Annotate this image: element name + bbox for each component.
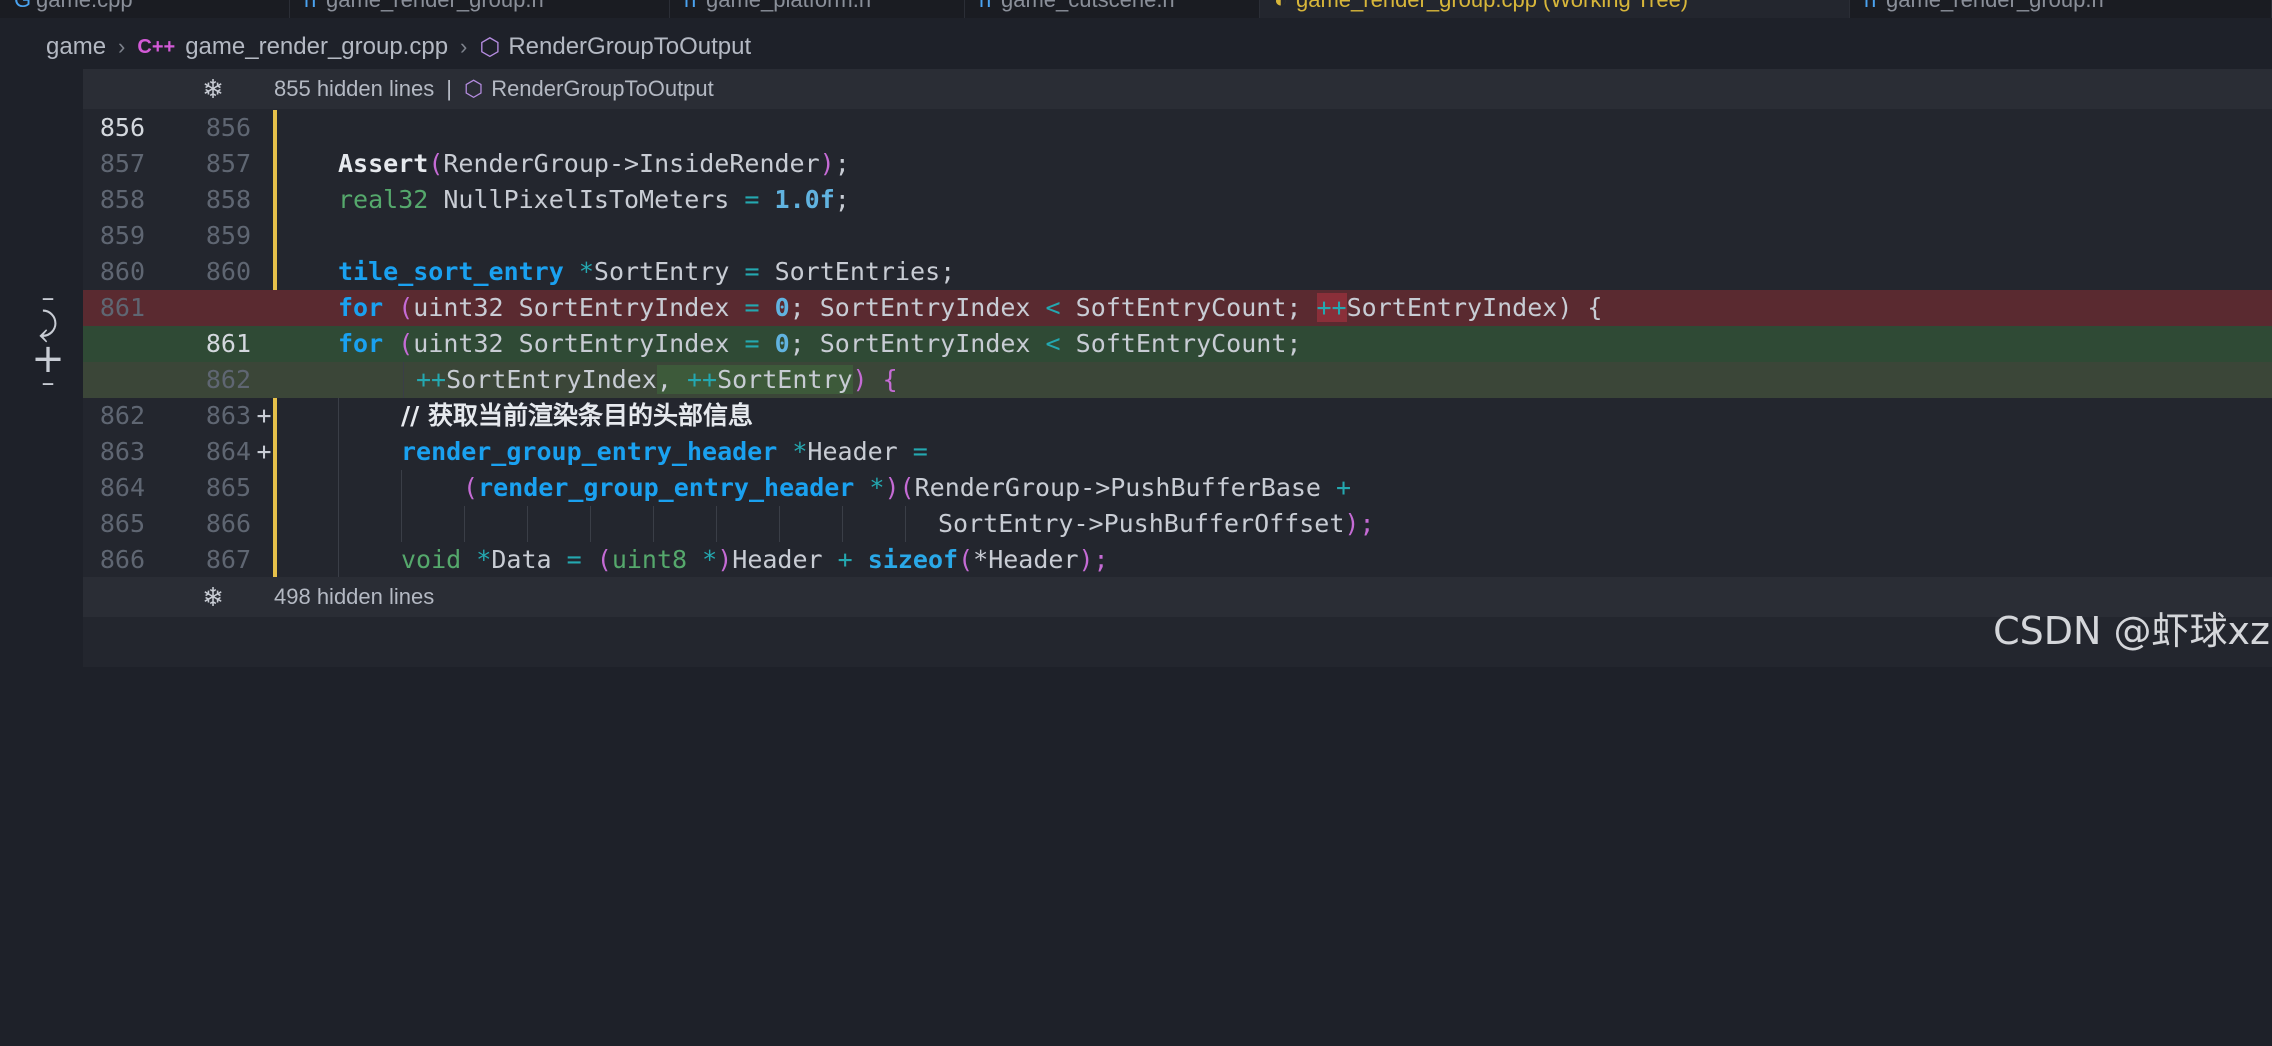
tab-game-render-group-cpp-diff[interactable]: ◐game_render_group.cpp (Working Tree) <box>1260 0 1850 18</box>
new-line-number: 859 <box>205 221 251 250</box>
header-file-icon: h <box>304 0 326 12</box>
modified-bar <box>273 434 277 470</box>
cpp-file-icon: C++ <box>137 35 176 58</box>
modified-bar <box>273 182 277 218</box>
code-text: Assert(RenderGroup->InsideRender); <box>338 149 850 178</box>
code-text: void *Data = (uint8 *)Header + sizeof(*H… <box>401 545 1109 574</box>
code-line: 860 860 tile_sort_entry *SortEntry = Sor… <box>83 254 2272 290</box>
unfold-icon[interactable]: ❄ <box>193 582 233 613</box>
tab-game-platform-h[interactable]: hgame_platform.h <box>670 0 965 18</box>
old-line-number: 864 <box>99 473 145 502</box>
old-line-number: 860 <box>99 257 145 286</box>
code-line: 856 856 <box>83 110 2272 146</box>
code-text: ++SortEntryIndex, ++SortEntry) { <box>416 365 898 394</box>
old-line-number: 861 <box>99 293 145 322</box>
new-line-number: 865 <box>205 473 251 502</box>
modified-bar <box>273 110 277 146</box>
old-line-number: 863 <box>99 437 145 466</box>
header-file-icon: h <box>979 0 1001 12</box>
code-line: 862 863 // 获取当前渲染条目的头部信息 <box>83 398 2272 434</box>
added-line: 862 + ++SortEntryIndex, ++SortEntry) { <box>83 362 2272 466</box>
diff-file-icon: ◐ <box>1274 0 1296 12</box>
tab-game-render-group-h-2[interactable]: hgame_render_group.h <box>1850 0 2272 18</box>
new-line-number: 861 <box>205 329 251 358</box>
new-line-number: 860 <box>205 257 251 286</box>
code-text: (render_group_entry_header *)(RenderGrou… <box>463 473 1352 502</box>
breadcrumb-folder[interactable]: game <box>46 33 106 61</box>
added-line: 861 + for (uint32 SortEntryIndex = 0; So… <box>83 326 2272 430</box>
header-file-icon: h <box>684 0 706 12</box>
code-line: 863 864 render_group_entry_header *Heade… <box>83 434 2272 470</box>
code-text: for (uint32 SortEntryIndex = 0; SortEntr… <box>338 293 1603 322</box>
code-line: 858 858 real32 NullPixelIsToMeters = 1.0… <box>83 182 2272 218</box>
code-text: // 获取当前渲染条目的头部信息 <box>401 401 753 430</box>
breadcrumb-file[interactable]: game_render_group.cpp <box>185 33 448 61</box>
inline-addition: , ++SortEntry <box>656 365 853 394</box>
editor-tab-bar: Ggame.cpp hgame_render_group.h hgame_pla… <box>0 0 2272 18</box>
modified-bar <box>273 218 277 254</box>
watermark: CSDN @虾球xz <box>1993 609 2270 653</box>
inline-deletion: ++ <box>1316 293 1347 322</box>
unfold-icon[interactable]: ❄ <box>193 74 233 105</box>
symbol-method-icon: ⬡ <box>479 33 501 61</box>
code-line: 866 867 void *Data = (uint8 *)Header + s… <box>83 542 2272 578</box>
old-line-number: 857 <box>99 149 145 178</box>
code-line: 865 866 SortEntry->PushBufferOffset); <box>83 506 2272 542</box>
old-line-number: 858 <box>99 185 145 214</box>
hidden-lines-symbol: RenderGroupToOutput <box>491 76 714 101</box>
new-line-number: 857 <box>205 149 251 178</box>
modified-bar <box>273 146 277 182</box>
code-text: for (uint32 SortEntryIndex = 0; SortEntr… <box>338 329 1302 358</box>
modified-bar <box>273 398 277 434</box>
old-line-number: 862 <box>99 401 145 430</box>
hidden-lines-count: 498 hidden lines <box>274 584 435 609</box>
code-text: tile_sort_entry *SortEntry = SortEntries… <box>338 257 956 286</box>
breadcrumb-symbol[interactable]: RenderGroupToOutput <box>508 33 751 61</box>
new-line-number: 856 <box>205 113 251 142</box>
code-line: 859 859 <box>83 218 2272 254</box>
old-line-number: 866 <box>99 545 145 574</box>
hidden-lines-bottom[interactable]: ❄ 498 hidden lines <box>83 577 2272 617</box>
new-line-number: 864 <box>205 437 251 466</box>
header-file-icon: h <box>1864 0 1886 12</box>
old-line-number: 859 <box>99 221 145 250</box>
symbol-method-icon: ⬡ <box>463 76 484 101</box>
chevron-right-icon: › <box>118 34 126 59</box>
new-line-number: 862 <box>205 365 251 394</box>
modified-bar <box>273 506 277 542</box>
tab-game-cpp[interactable]: Ggame.cpp <box>0 0 290 18</box>
hidden-lines-top[interactable]: ❄ 855 hidden lines | ⬡ RenderGroupToOutput <box>83 69 2272 109</box>
modified-bar <box>273 542 277 578</box>
code-text: SortEntry->PushBufferOffset); <box>938 509 1375 538</box>
old-line-number: 856 <box>99 113 145 142</box>
tab-game-render-group-h[interactable]: hgame_render_group.h <box>290 0 670 18</box>
modified-bar <box>273 254 277 290</box>
dash-icon: – <box>41 368 55 398</box>
new-line-number: 863 <box>205 401 251 430</box>
new-line-number: 866 <box>205 509 251 538</box>
cpp-file-icon: G <box>14 0 36 12</box>
new-line-number: 858 <box>205 185 251 214</box>
hidden-lines-count: 855 hidden lines <box>274 76 435 101</box>
code-text: real32 NullPixelIsToMeters = 1.0f; <box>338 185 850 214</box>
new-line-number: 867 <box>205 545 251 574</box>
code-text: render_group_entry_header *Header = <box>401 437 928 466</box>
tab-game-cutscene-h[interactable]: hgame_cutscene.h <box>965 0 1260 18</box>
chevron-right-icon: › <box>460 34 468 59</box>
deleted-line: 861 — for (uint32 SortEntryIndex = 0; So… <box>83 290 2272 394</box>
modified-bar <box>273 470 277 506</box>
old-line-number: 865 <box>99 509 145 538</box>
code-line: 857 857 Assert(RenderGroup->InsideRender… <box>83 146 2272 182</box>
breadcrumb: game › C++ game_render_group.cpp › ⬡ Ren… <box>0 18 2272 76</box>
code-line: 864 865 (render_group_entry_header *)(Re… <box>83 470 2272 506</box>
